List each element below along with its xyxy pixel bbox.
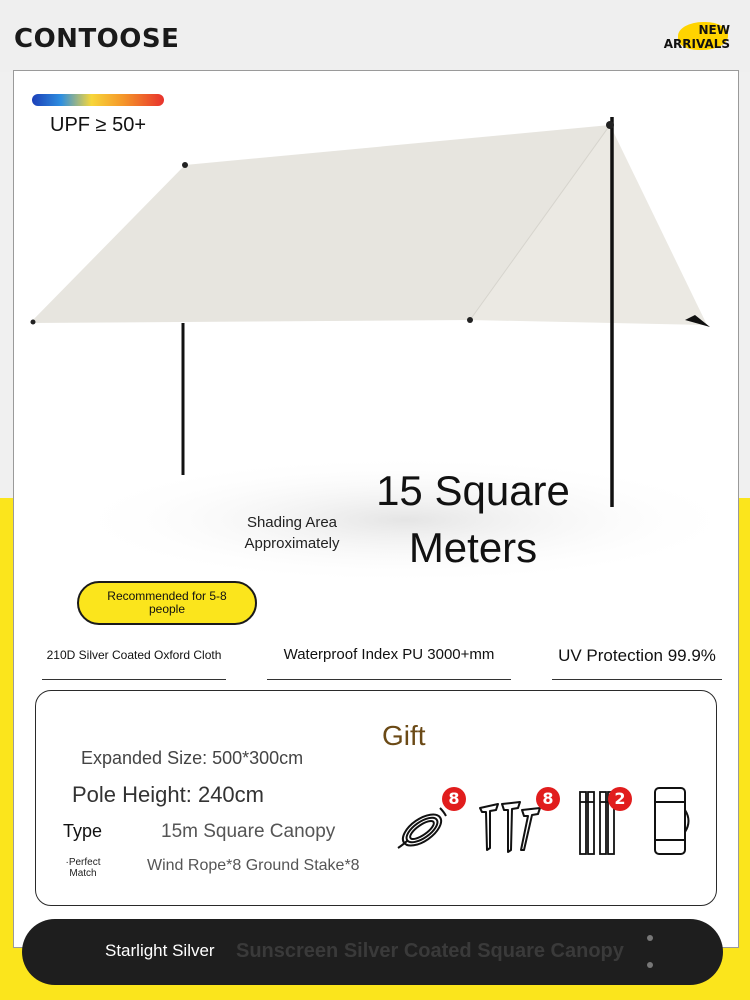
rope-count-badge: 8 (442, 787, 466, 811)
product-title-faded: Sunscreen Silver Coated Square Canopy (236, 940, 624, 962)
gift-title: Gift (378, 720, 428, 758)
spec-material: 210D Silver Coated Oxford Cloth (42, 648, 226, 680)
color-variant-name: Starlight Silver (105, 941, 215, 960)
type-value: 15m Square Canopy (161, 821, 336, 842)
spec-uv-text: UV Protection 99.9% (558, 646, 716, 665)
new-arrivals-badge: NEW ARRIVALS (654, 20, 734, 54)
shading-area-line-2: Meters (408, 524, 538, 571)
brand-logo: CONTOOSE (14, 24, 180, 54)
shading-area-value: 15 Square Meters (360, 462, 586, 576)
type-label: Type (63, 821, 103, 841)
rope-coil-icon (397, 807, 447, 849)
expanded-size: Expanded Size: 500*300cm (81, 748, 304, 768)
spec-material-text: 210D Silver Coated Oxford Cloth (46, 648, 222, 662)
perfect-match-label: ·Perfect Match (65, 857, 101, 879)
recommended-people-text: Recommended for 5-8 people (107, 589, 227, 616)
badge-line-1: NEW (698, 23, 730, 37)
shading-area-line-1: 15 Square (376, 467, 570, 514)
stake-count-badge: 8 (536, 787, 560, 811)
badge-line-2: ARRIVALS (663, 37, 730, 51)
spec-waterproof-text: Waterproof Index PU 3000+mm (283, 646, 495, 663)
pole-count-badge: 2 (608, 787, 632, 811)
shading-caption-line-1: Shading Area (246, 514, 338, 531)
recommended-people-pill: Recommended for 5-8 people (77, 581, 257, 625)
shading-area-caption: Shading Area Approximately (226, 512, 358, 554)
perfect-match-value: Wind Rope*8 Ground Stake*8 (147, 857, 360, 874)
spec-waterproof: Waterproof Index PU 3000+mm (267, 646, 511, 680)
ground-stake-icon (479, 801, 541, 853)
pager-dot-bottom (647, 962, 653, 968)
storage-bag-icon (654, 787, 690, 855)
gift-title-text: Gift (382, 720, 426, 751)
pole-height: Pole Height: 240cm (72, 782, 264, 807)
spec-uv-protection: UV Protection 99.9% (552, 646, 722, 680)
pager-dot-top (647, 935, 653, 941)
shading-caption-line-2: Approximately (244, 535, 340, 552)
